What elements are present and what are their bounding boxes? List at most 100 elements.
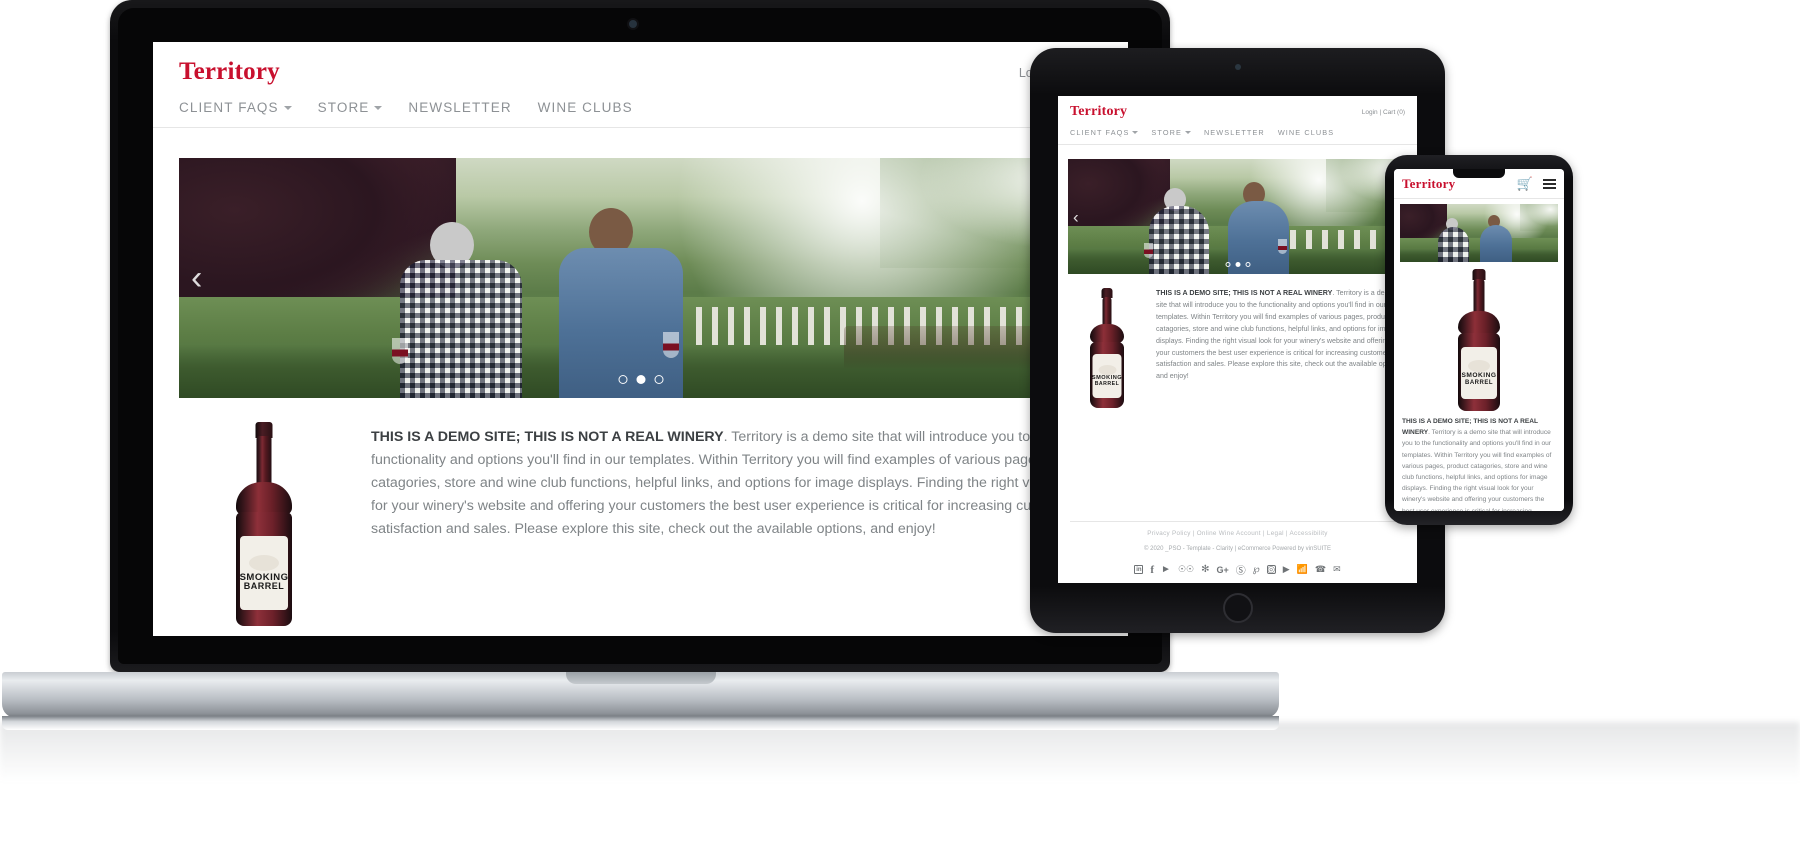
hero-person-right (559, 208, 689, 398)
nav-label: STORE (317, 100, 370, 115)
intro-paragraph-mobile: THIS IS A DEMO SITE; THIS IS NOT A REAL … (1394, 416, 1564, 511)
googleplus-icon[interactable]: G+ (1216, 565, 1228, 575)
nav-item-wine-clubs-tablet[interactable]: WINE CLUBS (1278, 128, 1334, 137)
intro-headline: THIS IS A DEMO SITE; THIS IS NOT A REAL … (1156, 289, 1333, 297)
bottle-label-line2: BARREL (1094, 380, 1120, 387)
tablet-home-button[interactable] (1222, 593, 1253, 623)
laptop-base (2, 672, 1279, 718)
nav-item-store-tablet[interactable]: STORE (1151, 128, 1191, 137)
bottle-label-line2: BARREL (243, 581, 285, 592)
tablet-topbar: Territory Login | Cart (0) (1058, 96, 1417, 120)
site-logo-mobile[interactable]: Territory (1402, 176, 1455, 192)
device-reflection (0, 722, 1800, 782)
carousel-dot-2[interactable] (636, 375, 645, 384)
footer-link-legal[interactable]: Legal (1267, 530, 1284, 537)
carousel-dot-1[interactable] (618, 375, 627, 384)
laptop-screen: Territory Login | Cart (0) CLIENT FAQS (153, 42, 1128, 636)
website-tablet: Territory Login | Cart (0) CLIENT FAQS S… (1058, 96, 1417, 583)
main-navigation: CLIENT FAQS STORE NEWSLETTER WINE CLUBS (153, 86, 1128, 127)
phone-device: Territory 🛒 SMOKING BARREL THIS IS A DEM… (1385, 155, 1573, 525)
site-logo-tablet[interactable]: Territory (1070, 104, 1127, 120)
bottle-label-line2: BARREL (1465, 379, 1493, 386)
intro-body: . Territory is a demo site that will int… (1156, 289, 1404, 381)
carousel-dot-3[interactable] (654, 375, 663, 384)
desktop-topbar: Territory Login | Cart (0) (153, 42, 1128, 86)
tablet-device: Territory Login | Cart (0) CLIENT FAQS S… (1030, 48, 1445, 633)
hero-carousel[interactable]: ‹ › (179, 158, 1102, 398)
nav-label: WINE CLUBS (1277, 128, 1335, 137)
bottle-label: SMOKING BARREL (240, 536, 288, 610)
intro-section: SMOKING BARREL THIS IS A DEMO SITE; THIS… (153, 398, 1128, 626)
carousel-dots (618, 375, 663, 384)
footer-link-accessibility[interactable]: Accessibility (1290, 530, 1328, 537)
shopping-cart-icon[interactable]: 🛒 (1517, 176, 1533, 192)
product-bottle-image[interactable]: SMOKING BARREL (179, 422, 349, 626)
carousel-dot-3[interactable] (1245, 262, 1250, 267)
site-footer-tablet: Privacy Policy | Online Wine Account | L… (1058, 521, 1417, 577)
footer-divider (1070, 521, 1417, 522)
intro-section-tablet: SMOKING BARREL THIS IS A DEMO SITE; THIS… (1058, 274, 1417, 408)
nav-item-newsletter-tablet[interactable]: NEWSLETTER (1204, 128, 1265, 137)
nav-item-wine-clubs[interactable]: WINE CLUBS (538, 100, 633, 115)
footer-link-privacy[interactable]: Privacy Policy (1147, 530, 1190, 537)
carousel-prev-arrow[interactable]: ‹ (191, 261, 202, 295)
hero-carousel-tablet[interactable]: ‹ › (1068, 159, 1407, 274)
nav-item-client-faqs[interactable]: CLIENT FAQS (179, 100, 292, 115)
intro-body: . Territory is a demo site that will int… (1402, 429, 1552, 511)
footer-copyright-tablet: © 2020 _PSO - Template - Clarity | eComm… (1144, 546, 1331, 552)
account-separator-tablet: | (1379, 109, 1382, 116)
youtube-icon[interactable]: ▶ (1283, 564, 1290, 575)
bottle-label-tablet: SMOKING BARREL (1092, 354, 1122, 398)
mobile-actions: 🛒 (1517, 176, 1556, 192)
carousel-dot-1[interactable] (1225, 262, 1230, 267)
product-bottle-image-mobile[interactable]: SMOKING BARREL (1394, 262, 1564, 416)
tripadvisor-icon[interactable]: ☉☉ (1178, 564, 1194, 575)
nav-item-client-faqs-tablet[interactable]: CLIENT FAQS (1070, 128, 1139, 137)
email-icon[interactable]: ✉ (1333, 564, 1341, 575)
site-logo[interactable]: Territory (179, 58, 280, 86)
product-bottle-image-tablet[interactable]: SMOKING BARREL (1070, 288, 1144, 408)
hero-person-left (1436, 218, 1470, 262)
nav-label: CLIENT FAQS (179, 100, 279, 115)
footer-social-links-tablet: in f ► ☉☉ ✻ G+ Ⓢ ℘ ◎ ▶ 📶 ☎ ✉ (1058, 562, 1417, 577)
laptop-lid: Territory Login | Cart (0) CLIENT FAQS (110, 0, 1170, 672)
laptop-trackpad-notch (565, 672, 716, 684)
linkedin-icon[interactable]: in (1134, 565, 1144, 574)
footer-links-tablet: Privacy Policy | Online Wine Account | L… (1058, 530, 1417, 537)
intro-headline: THIS IS A DEMO SITE; THIS IS NOT A REAL … (371, 429, 724, 445)
tablet-screen: Territory Login | Cart (0) CLIENT FAQS S… (1058, 96, 1417, 583)
hero-carousel-mobile[interactable] (1400, 204, 1558, 262)
hero-person-left (392, 222, 524, 398)
laptop-device: Territory Login | Cart (0) CLIENT FAQS (2, 0, 1279, 730)
yelp-icon[interactable]: ✻ (1201, 564, 1209, 575)
account-links-tablet: Login | Cart (0) (1362, 104, 1405, 116)
hero-person-right (1480, 215, 1514, 262)
phone-icon[interactable]: ☎ (1315, 564, 1326, 575)
facebook-icon[interactable]: f (1150, 564, 1154, 576)
cart-link-tablet[interactable]: Cart (0) (1383, 109, 1405, 116)
login-link-tablet[interactable]: Login (1362, 109, 1378, 116)
mobile-header-divider (1394, 198, 1564, 199)
nav-label: NEWSLETTER (1203, 128, 1265, 137)
hamburger-menu-icon[interactable] (1543, 179, 1556, 189)
carousel-dot-2[interactable] (1235, 262, 1240, 267)
hero-person-left (1144, 188, 1210, 274)
intro-paragraph: THIS IS A DEMO SITE; THIS IS NOT A REAL … (371, 422, 1102, 541)
nav-label: STORE (1151, 128, 1182, 137)
twitter-icon[interactable]: ► (1161, 564, 1171, 575)
website-mobile: Territory 🛒 SMOKING BARREL THIS IS A DEM… (1394, 169, 1564, 511)
wordpress-icon[interactable]: Ⓢ (1236, 562, 1246, 577)
footer-link-online-wine-account[interactable]: Online Wine Account (1197, 530, 1261, 537)
tablet-camera-icon (1234, 64, 1241, 70)
instagram-icon[interactable]: ◎ (1266, 564, 1276, 574)
carousel-prev-arrow-tablet[interactable]: ‹ (1073, 208, 1079, 225)
wine-bottle-graphic: SMOKING BARREL (1090, 288, 1124, 408)
nav-item-store[interactable]: STORE (318, 100, 383, 115)
hero-vines-foreground (1400, 249, 1558, 262)
hero-sky-glow-right (1520, 204, 1558, 231)
website-desktop: Territory Login | Cart (0) CLIENT FAQS (153, 42, 1128, 636)
wine-bottle-graphic: SMOKING BARREL (1458, 269, 1500, 411)
rss-icon[interactable]: 📶 (1297, 564, 1308, 575)
nav-item-newsletter[interactable]: NEWSLETTER (408, 100, 511, 115)
pinterest-icon[interactable]: ℘ (1253, 564, 1260, 575)
